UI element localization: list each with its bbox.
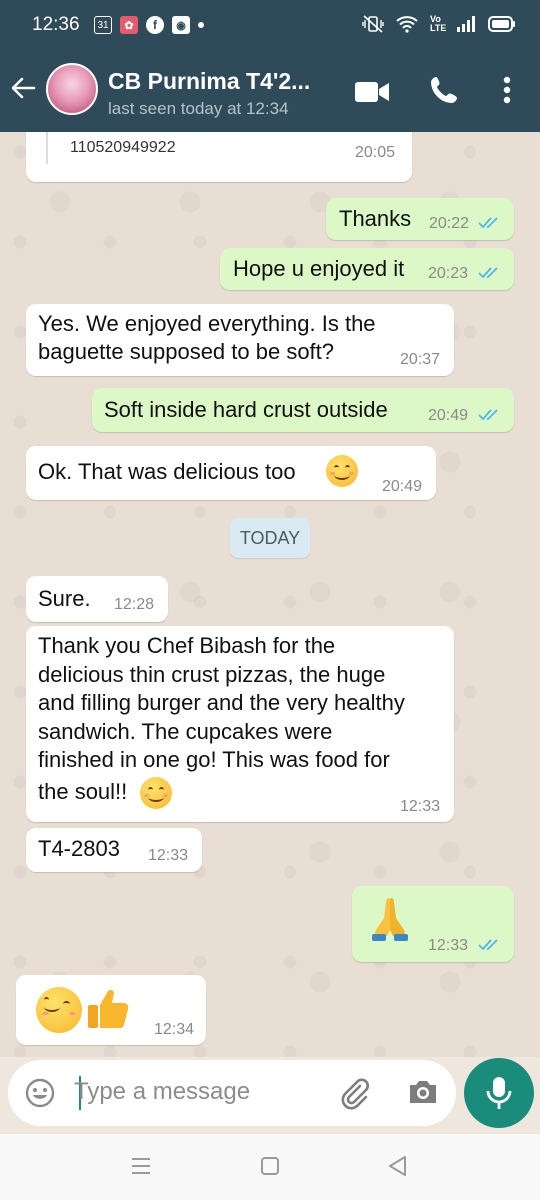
video-call-icon[interactable] [354, 80, 390, 104]
last-seen-status: last seen today at 12:34 [108, 99, 289, 118]
smiling-face-emoji-icon [140, 777, 172, 809]
shared-contact-card-edge [46, 132, 48, 164]
date-divider: TODAY [230, 518, 310, 558]
message-text: Soft inside hard crust outside [104, 397, 388, 422]
chat-header: CB Purnima T4'2... last seen today at 12… [0, 50, 540, 132]
message-outgoing[interactable]: Hope u enjoyed it 20:23 [220, 248, 514, 290]
more-vert-icon[interactable] [500, 76, 514, 106]
attach-icon[interactable] [338, 1076, 372, 1110]
thumbs-up-emoji-icon [88, 989, 129, 1028]
contact-avatar[interactable] [46, 63, 98, 115]
wifi-icon [396, 16, 418, 33]
message-time: 20:37 [400, 351, 441, 368]
message-text-line: delicious thin crust pizzas, the huge [38, 661, 386, 687]
message-text-line: the soul!! [38, 779, 128, 804]
battery-icon [488, 16, 515, 32]
message-text-line: and filling burger and the very healthy [38, 690, 405, 715]
notification-icons: 31 ✿ f ◉ [94, 16, 204, 34]
message-time: 12:34 [154, 1021, 195, 1038]
message-incoming[interactable]: T4-2803 12:33 [26, 828, 202, 872]
message-incoming[interactable]: 110520949922 20:05 [26, 132, 412, 182]
message-time: 12:33 [148, 847, 189, 864]
message-text: T4-2803 [38, 836, 120, 861]
message-time: 20:05 [355, 144, 396, 161]
message-text-line: baguette supposed to be soft? [38, 339, 335, 364]
message-incoming[interactable]: Yes. We enjoyed everything. Is the bague… [26, 304, 454, 376]
message-time: 12:33 [400, 798, 441, 815]
back-nav-icon[interactable] [386, 1154, 408, 1178]
home-icon[interactable] [259, 1156, 281, 1176]
volte-label: Vo LTE [430, 14, 447, 33]
emoji-icon[interactable] [24, 1077, 56, 1109]
system-navigation-bar [0, 1134, 540, 1200]
messenger-icon: ◉ [172, 16, 190, 34]
message-text-line: Yes. We enjoyed everything. Is the [38, 311, 376, 336]
message-time: 20:22 [429, 215, 470, 232]
message-incoming[interactable]: 12:34 [16, 975, 206, 1045]
message-text: 110520949922 [70, 139, 176, 156]
calendar-icon: 31 [94, 16, 112, 34]
status-bar: 12:36 31 ✿ f ◉ Vo LTE [0, 0, 540, 50]
contact-name[interactable]: CB Purnima T4'2... [108, 68, 310, 95]
message-outgoing[interactable]: Thanks 20:22 [326, 198, 514, 240]
message-outgoing[interactable]: Soft inside hard crust outside 20:49 [92, 388, 514, 432]
read-receipt-icon [478, 217, 498, 229]
message-incoming[interactable]: Sure. 12:28 [26, 576, 168, 622]
chat-messages-area[interactable]: 110520949922 20:05 Thanks 20:22 Hope u e… [0, 132, 540, 1057]
message-outgoing[interactable]: 12:33 [352, 886, 514, 962]
message-incoming[interactable]: Ok. That was delicious too 20:49 [26, 446, 436, 500]
message-time: 12:28 [114, 596, 155, 613]
message-text-line: Thank you Chef Bibash for the [38, 633, 336, 658]
back-arrow-icon[interactable] [8, 72, 40, 104]
read-receipt-icon [478, 939, 498, 951]
smiling-face-emoji-icon [326, 455, 358, 487]
recent-apps-icon[interactable] [130, 1156, 152, 1176]
more-notifications-dot-icon [198, 22, 204, 28]
microphone-icon [486, 1077, 512, 1109]
mute-vibrate-icon [362, 15, 384, 33]
message-composer[interactable]: Type a message [8, 1060, 456, 1126]
message-input[interactable]: Type a message [74, 1078, 250, 1106]
read-receipt-icon [478, 409, 498, 421]
message-time: 20:49 [428, 407, 469, 424]
message-text: Hope u enjoyed it [233, 256, 405, 281]
read-receipt-icon [478, 267, 498, 279]
message-text: Sure. [38, 586, 91, 611]
camera-icon[interactable] [407, 1078, 439, 1106]
app-notification-icon: ✿ [120, 16, 138, 34]
message-time: 20:23 [428, 265, 469, 282]
message-text: Thanks [339, 206, 412, 231]
message-text-line: sandwich. The cupcakes were [38, 718, 333, 744]
message-time: 12:33 [428, 937, 469, 954]
facebook-icon: f [146, 16, 164, 34]
folded-hands-emoji-icon [372, 898, 408, 941]
voice-message-button[interactable] [464, 1058, 534, 1128]
smiling-face-emoji-icon [36, 987, 82, 1033]
message-time: 20:49 [382, 478, 423, 495]
message-incoming[interactable]: Thank you Chef Bibash for the delicious … [26, 626, 454, 822]
phone-icon[interactable] [428, 74, 460, 106]
status-time: 12:36 [32, 14, 80, 35]
message-text-line: finished in one go! This was food for [38, 747, 390, 772]
message-text: Ok. That was delicious too [38, 459, 296, 484]
system-icons: Vo LTE [362, 14, 516, 34]
signal-icon [457, 16, 475, 32]
